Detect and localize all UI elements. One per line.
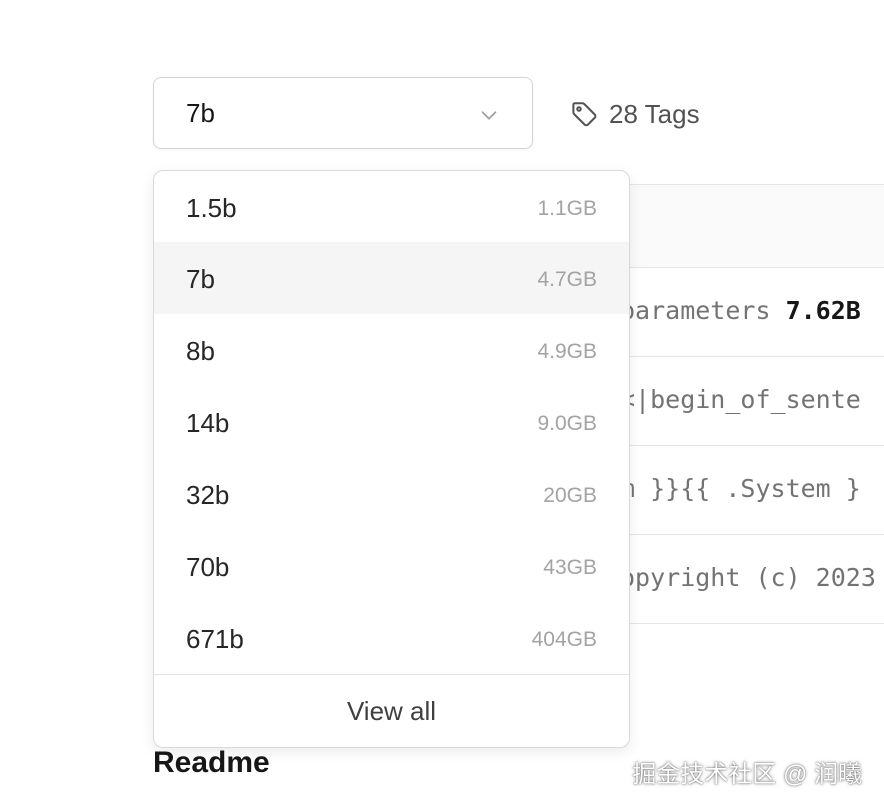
option-label: 671b (186, 624, 244, 654)
dropdown-option[interactable]: 671b 404GB (154, 602, 629, 674)
dropdown-option[interactable]: 14b 9.0GB (154, 386, 629, 458)
option-label: 1.5b (186, 193, 237, 223)
option-size: 43GB (543, 556, 597, 579)
option-size: 404GB (531, 628, 597, 651)
row-prefix: <|begin_of_sente (620, 385, 861, 414)
model-page: 7b 28 Tags parameters 7.62B <|begin_of_s… (0, 0, 884, 806)
watermark: 掘金技术社区 @ 润曦 (632, 761, 862, 788)
option-label: 32b (186, 480, 230, 510)
version-select[interactable]: 7b (153, 77, 533, 149)
option-size: 4.7GB (537, 268, 597, 291)
version-select-value: 7b (186, 98, 215, 128)
dropdown-option[interactable]: 32b 20GB (154, 458, 629, 530)
row-value: 7.62B (785, 296, 861, 325)
row-prefix: m }}{{ .System } (620, 474, 861, 503)
option-size: 4.9GB (537, 340, 597, 363)
option-size: 9.0GB (537, 412, 597, 435)
option-label: 70b (186, 552, 230, 582)
tags-count-label: 28 Tags (609, 98, 700, 129)
tags-link[interactable]: 28 Tags (569, 96, 700, 132)
dropdown-option-selected[interactable]: 7b 4.7GB (154, 242, 629, 314)
option-label: 7b (186, 264, 215, 294)
chevron-down-icon (481, 111, 497, 120)
row-prefix: opyright (c) 2023 (620, 563, 876, 592)
option-size: 20GB (543, 484, 597, 507)
option-size: 1.1GB (537, 197, 597, 220)
dropdown-option[interactable]: 70b 43GB (154, 530, 629, 602)
tag-icon (572, 102, 597, 127)
view-all-button[interactable]: View all (154, 675, 629, 747)
readme-heading: Readme (153, 746, 270, 779)
dropdown-option[interactable]: 1.5b 1.1GB (154, 171, 629, 242)
option-label: 14b (186, 408, 230, 438)
row-prefix: parameters (620, 296, 786, 325)
option-label: 8b (186, 336, 215, 366)
version-dropdown: 1.5b 1.1GB 7b 4.7GB 8b 4.9GB 14b 9.0GB 3… (153, 170, 630, 748)
dropdown-option[interactable]: 8b 4.9GB (154, 314, 629, 386)
